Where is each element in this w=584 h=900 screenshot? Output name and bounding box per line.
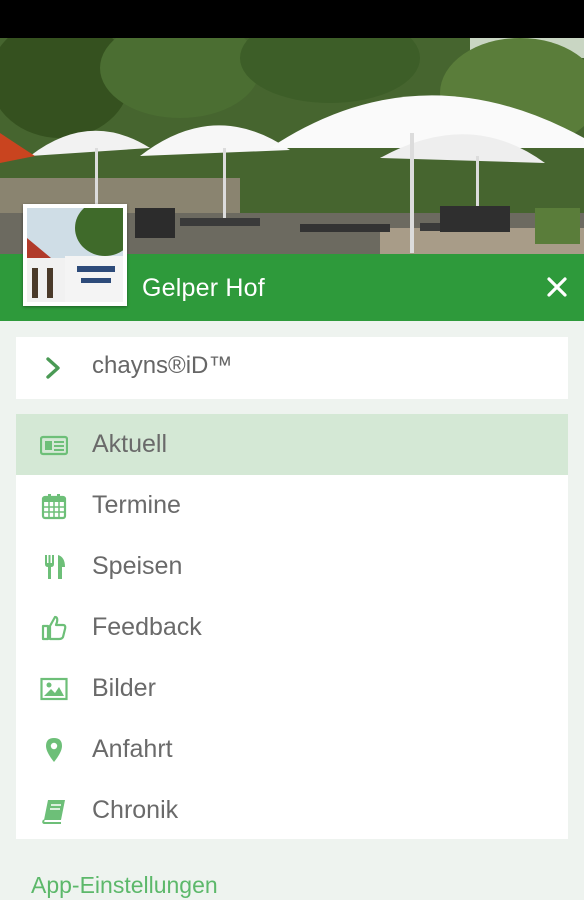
menu-item-label: Chronik [92,796,179,824]
menu-item-termine[interactable]: Termine [16,475,568,536]
book-icon [42,800,65,824]
chayns-id-label: chayns®iD™ [92,352,233,379]
chevron-right-icon [46,357,60,379]
menu-item-label: Anfahrt [92,735,173,763]
menu-item-label: Feedback [92,613,202,641]
page-title: Gelper Hof [142,274,265,302]
app-settings-link[interactable]: App-Einstellungen [31,872,218,899]
close-button[interactable] [542,272,572,302]
menu-item-anfahrt[interactable]: Anfahrt [16,719,568,780]
thumbs-up-icon [41,615,67,641]
chayns-id-item[interactable]: chayns®iD™ [16,337,568,399]
calendar-icon [41,494,67,520]
cutlery-icon [45,555,65,579]
avatar[interactable] [23,204,127,306]
menu-item-label: Aktuell [92,430,168,458]
image-icon [40,677,68,701]
status-bar [0,0,584,38]
restaurant-sign-photo [27,208,123,302]
menu-item-label: Speisen [92,552,183,580]
menu-list: Aktuell Termine Speisen Feedback Bilder [16,414,568,839]
menu-item-feedback[interactable]: Feedback [16,597,568,658]
newspaper-icon [40,435,68,456]
menu-item-aktuell[interactable]: Aktuell [16,414,568,475]
menu-item-speisen[interactable]: Speisen [16,536,568,597]
close-icon [547,277,567,297]
menu-item-label: Bilder [92,674,156,702]
menu-item-label: Termine [92,491,181,519]
menu-item-chronik[interactable]: Chronik [16,780,568,841]
map-pin-icon [46,738,62,762]
menu-item-bilder[interactable]: Bilder [16,658,568,719]
